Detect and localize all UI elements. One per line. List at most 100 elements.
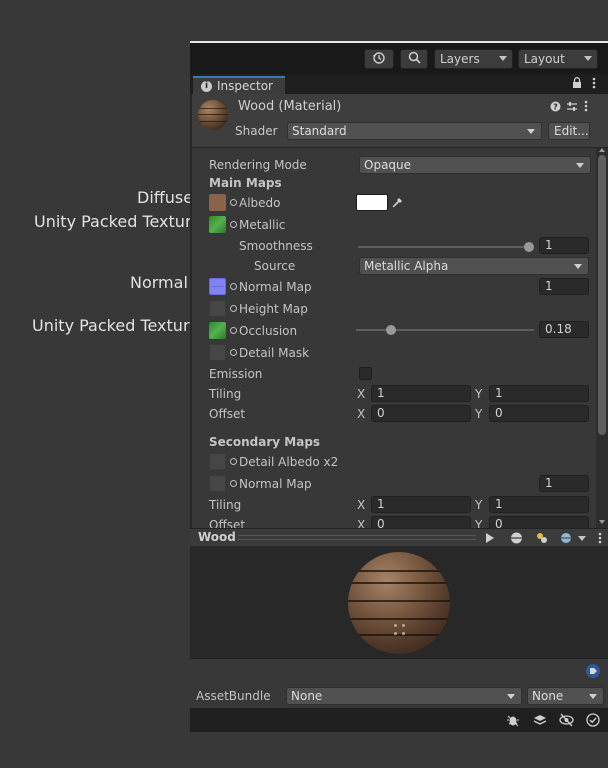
edit-shader-button[interactable]: Edit... [548, 122, 590, 140]
object-picker-icon[interactable] [230, 221, 237, 228]
layers-label: Layers [440, 52, 480, 66]
object-picker-icon[interactable] [230, 327, 237, 334]
light-icon[interactable] [535, 532, 549, 547]
object-picker-icon[interactable] [230, 458, 237, 465]
info-icon: i [201, 80, 212, 92]
play-icon[interactable] [485, 532, 495, 547]
normal-map-scale-field[interactable]: 1 [539, 278, 589, 295]
offset-x-field[interactable]: 0 [371, 405, 471, 422]
offset-y-field[interactable]: 0 [489, 405, 589, 422]
rendering-mode-dropdown[interactable]: Opaque [359, 156, 591, 174]
search-button[interactable] [400, 49, 428, 69]
emission-checkbox[interactable] [359, 367, 372, 380]
secondary-normal-map-texture-slot[interactable] [209, 475, 226, 492]
occlusion-texture-slot[interactable] [209, 322, 226, 339]
secondary-offset-y-field[interactable]: 0 [489, 516, 589, 528]
detail-albedo-texture-slot[interactable] [209, 453, 226, 470]
skybox-icon[interactable] [560, 532, 574, 547]
preview-drag-handle[interactable] [238, 535, 476, 540]
metallic-label: Metallic [239, 218, 286, 232]
material-properties: Rendering Mode Opaque Main Maps Albedo M… [192, 148, 596, 528]
object-picker-icon[interactable] [230, 480, 237, 487]
assetbundle-name-dropdown[interactable]: None [286, 687, 522, 705]
help-icon[interactable]: ? [550, 101, 561, 115]
tiling-x-label: X [357, 387, 366, 401]
tab-bar: i Inspector [190, 74, 608, 94]
shader-dropdown[interactable]: Standard [287, 122, 542, 140]
smoothness-field[interactable]: 1 [539, 237, 589, 254]
assetbundle-variant-dropdown[interactable]: None [527, 687, 604, 705]
smoothness-slider-thumb[interactable] [524, 242, 534, 252]
history-button[interactable] [364, 49, 394, 69]
source-dropdown[interactable]: Metallic Alpha [359, 257, 589, 275]
check-circle-icon[interactable] [586, 713, 600, 730]
height-map-label: Height Map [239, 302, 308, 316]
layers-stack-icon[interactable] [533, 713, 547, 730]
occlusion-field[interactable]: 0.18 [539, 321, 589, 338]
sphere-preview-icon[interactable] [510, 532, 523, 547]
normal-map-texture-slot[interactable] [209, 278, 226, 295]
preview-sphere [348, 552, 450, 654]
scrollbar-thumb[interactable] [598, 155, 606, 435]
secondary-maps-title: Secondary Maps [209, 435, 321, 449]
layers-dropdown[interactable]: Layers [434, 49, 513, 69]
chevron-down-icon [584, 56, 592, 61]
material-thumbnail [198, 100, 228, 130]
chevron-down-icon [576, 163, 584, 168]
chevron-down-icon[interactable] [578, 536, 586, 541]
secondary-normal-map-label: Normal Map [239, 477, 312, 491]
occlusion-annotation: Unity Packed Texture [32, 316, 200, 335]
smoothness-label: Smoothness [239, 239, 313, 253]
object-picker-icon[interactable] [230, 305, 237, 312]
object-picker-icon[interactable] [230, 199, 237, 206]
visibility-off-icon[interactable] [559, 713, 574, 730]
scroll-up-icon[interactable] [599, 148, 605, 152]
preset-icon[interactable] [566, 101, 578, 115]
occlusion-slider-thumb[interactable] [386, 325, 396, 335]
offset-y-label: Y [475, 407, 483, 421]
unity-editor-panel: Layers Layout i Inspector Wood (Material… [190, 41, 608, 732]
layout-dropdown[interactable]: Layout [518, 49, 598, 69]
object-picker-icon[interactable] [230, 349, 237, 356]
kebab-menu-icon[interactable] [592, 77, 596, 92]
scroll-down-icon[interactable] [599, 520, 605, 524]
detail-mask-texture-slot[interactable] [209, 344, 226, 361]
chevron-down-icon [527, 129, 535, 134]
preview-title: Wood [198, 530, 236, 544]
eyedropper-icon[interactable] [391, 195, 405, 212]
search-icon [408, 51, 421, 67]
metallic-texture-slot[interactable] [209, 216, 226, 233]
tiling-x-field[interactable]: 1 [371, 385, 471, 402]
diffuse-annotation: Diffuse [137, 188, 194, 207]
height-map-texture-slot[interactable] [209, 300, 226, 317]
secondary-tiling-label: Tiling [209, 498, 242, 512]
chevron-down-icon [499, 56, 507, 61]
secondary-offset-y-label: Y [475, 518, 483, 528]
object-picker-icon[interactable] [230, 283, 237, 290]
toolbar: Layers Layout [190, 43, 608, 74]
secondary-offset-x-field[interactable]: 0 [371, 516, 471, 528]
label-tag-icon[interactable] [586, 664, 600, 681]
smoothness-slider-track[interactable] [358, 246, 530, 248]
albedo-color-field[interactable] [356, 194, 388, 211]
metallic-annotation: Unity Packed Texture [34, 212, 202, 231]
secondary-normal-map-scale-field[interactable]: 1 [539, 475, 589, 492]
inspector-scrollbar[interactable] [596, 148, 608, 568]
secondary-tiling-y-field[interactable]: 1 [489, 496, 589, 513]
tiling-y-field[interactable]: 1 [489, 385, 589, 402]
albedo-texture-slot[interactable] [209, 194, 226, 211]
emission-label: Emission [209, 367, 263, 381]
secondary-offset-label: Offset [209, 518, 246, 528]
tab-inspector[interactable]: i Inspector [193, 76, 285, 94]
kebab-menu-icon[interactable] [598, 532, 602, 547]
occlusion-slider-track[interactable] [356, 329, 534, 331]
material-preview[interactable] [190, 546, 608, 658]
debug-icon[interactable] [506, 713, 520, 730]
detail-mask-label: Detail Mask [239, 346, 310, 360]
lock-icon[interactable] [572, 77, 582, 92]
chevron-down-icon [574, 264, 582, 269]
secondary-tiling-x-field[interactable]: 1 [371, 496, 471, 513]
tiling-y-label: Y [475, 387, 483, 401]
kebab-menu-icon[interactable] [584, 100, 588, 115]
offset-x-label: X [357, 407, 366, 421]
